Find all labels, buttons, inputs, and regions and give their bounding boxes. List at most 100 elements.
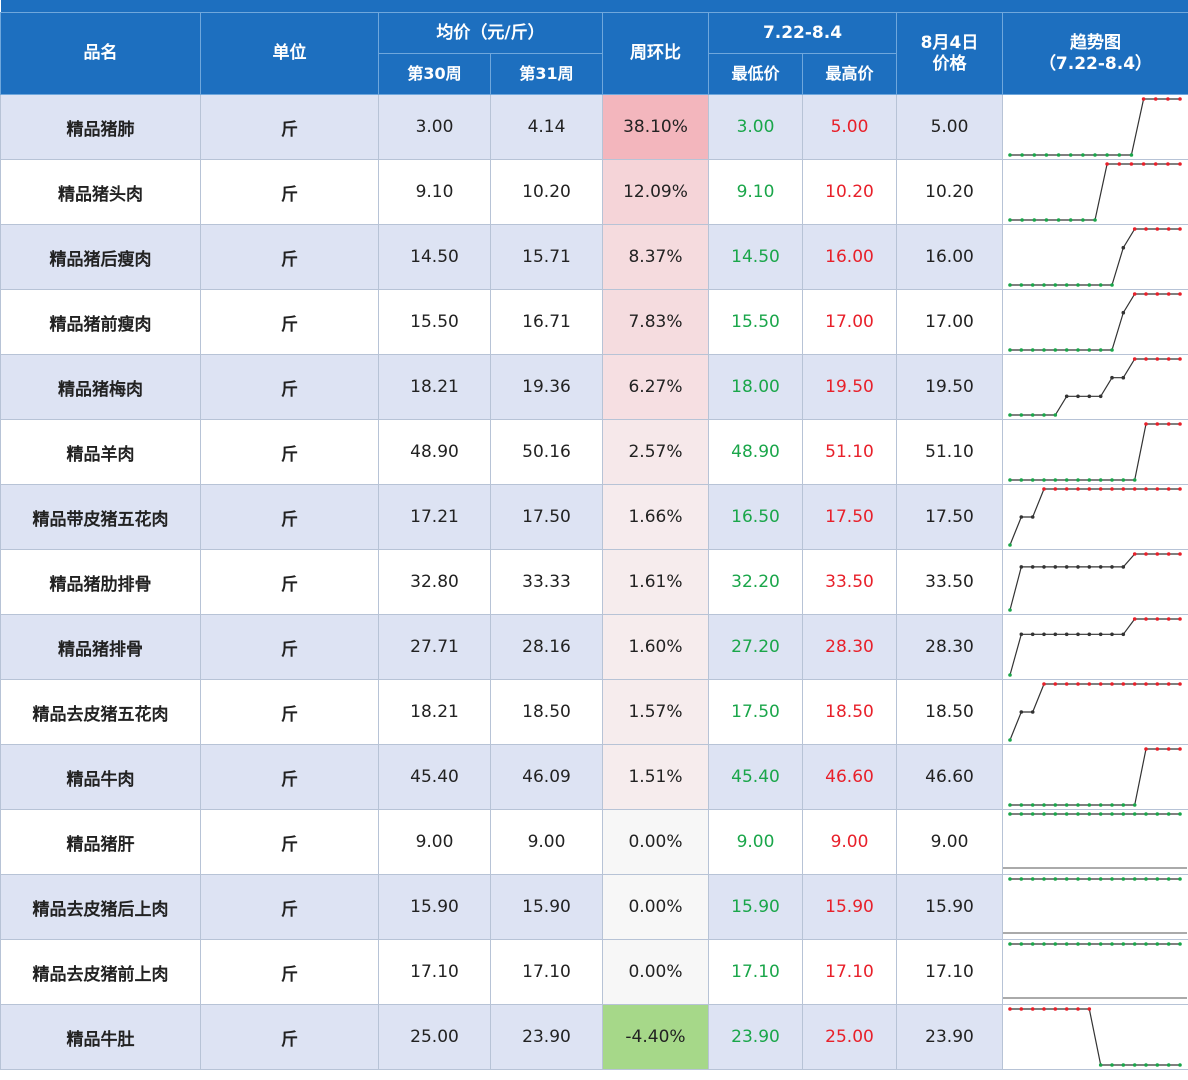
cell-name: 精品猪肝 bbox=[0, 809, 201, 875]
cell-wow: 2.57% bbox=[602, 419, 709, 485]
sparkline-line bbox=[1010, 228, 1180, 286]
sparkline-point bbox=[1019, 632, 1024, 637]
trend-sparkline bbox=[1008, 97, 1182, 157]
sparkline-point bbox=[1087, 632, 1092, 637]
cell-week31: 16.71 bbox=[490, 289, 603, 355]
header-avg-price: 均价（元/斤） bbox=[378, 12, 603, 54]
cell-max-price: 25.00 bbox=[802, 1004, 897, 1070]
sparkline-point bbox=[1121, 478, 1126, 482]
sparkline-point bbox=[1042, 487, 1046, 491]
cell-week31: 28.16 bbox=[490, 614, 603, 680]
sparkline-point bbox=[1030, 348, 1035, 352]
cell-week31: 23.90 bbox=[490, 1004, 603, 1070]
sparkline-point bbox=[1098, 565, 1103, 569]
sparkline-point bbox=[1166, 162, 1170, 166]
cell-unit: 斤 bbox=[200, 939, 379, 1005]
cell-name: 精品牛肚 bbox=[0, 1004, 201, 1070]
cell-aug4-price: 5.00 bbox=[896, 94, 1003, 160]
sparkline-point bbox=[1144, 552, 1148, 556]
cell-max-price: 5.00 bbox=[802, 94, 897, 160]
table-row: 精品猪肝斤 9.00 9.00 0.00% 9.00 9.00 9.00 bbox=[0, 809, 1188, 875]
sparkline-point bbox=[1178, 812, 1182, 816]
sparkline-point bbox=[1064, 632, 1069, 637]
cell-max-price: 17.50 bbox=[802, 484, 897, 550]
sparkline-point bbox=[1121, 565, 1126, 569]
cell-week31: 17.50 bbox=[490, 484, 603, 550]
cell-week30: 15.50 bbox=[378, 289, 491, 355]
cell-min-price: 23.90 bbox=[708, 1004, 803, 1070]
cell-wow: 8.37% bbox=[602, 224, 709, 290]
sparkline-point bbox=[1098, 487, 1103, 491]
sparkline-point bbox=[1019, 710, 1024, 714]
sparkline-point bbox=[1132, 1063, 1137, 1067]
sparkline-point bbox=[1053, 478, 1058, 482]
cell-trend-sparkline bbox=[1002, 94, 1188, 160]
sparkline-point bbox=[1155, 617, 1160, 621]
cell-unit: 斤 bbox=[200, 809, 379, 875]
table-header: 品名 单位 均价（元/斤） 周环比 7.22-8.4 8月4日 价格 趋势图 （… bbox=[0, 0, 1188, 95]
sparkline-point bbox=[1178, 487, 1182, 491]
sparkline-point bbox=[1155, 227, 1160, 231]
cell-aug4-price: 46.60 bbox=[896, 744, 1003, 810]
table-row: 精品羊肉斤 48.90 50.16 2.57% 48.90 51.10 51.10 bbox=[0, 419, 1188, 485]
sparkline-point bbox=[1117, 153, 1122, 157]
cell-max-price: 19.50 bbox=[802, 354, 897, 420]
cell-name: 精品去皮猪后上肉 bbox=[0, 874, 201, 940]
sparkline-point bbox=[1178, 942, 1182, 946]
cell-week30: 25.00 bbox=[378, 1004, 491, 1070]
sparkline-point bbox=[1053, 877, 1058, 881]
sparkline-point bbox=[1110, 348, 1114, 352]
cell-min-price: 17.10 bbox=[708, 939, 803, 1005]
sparkline-point bbox=[1178, 877, 1182, 881]
sparkline-point bbox=[1030, 283, 1035, 287]
table-row: 精品带皮猪五花肉斤 17.21 17.50 1.66% 16.50 17.50 17.50 bbox=[0, 484, 1188, 550]
sparkline-point bbox=[1166, 227, 1171, 231]
cell-trend-sparkline bbox=[1002, 289, 1188, 355]
sparkline-point bbox=[1144, 292, 1148, 296]
sparkline-point bbox=[1129, 153, 1134, 157]
sparkline-point bbox=[1044, 153, 1049, 157]
trend-sparkline bbox=[1008, 292, 1182, 352]
cell-wow: 1.57% bbox=[602, 679, 709, 745]
sparkline-point bbox=[1153, 97, 1158, 101]
sparkline-point bbox=[1144, 942, 1148, 946]
cell-week30: 9.10 bbox=[378, 159, 491, 225]
cell-week30: 18.21 bbox=[378, 354, 491, 420]
sparkline-point bbox=[1076, 877, 1080, 881]
sparkline-point bbox=[1032, 153, 1037, 157]
cell-min-price: 45.40 bbox=[708, 744, 803, 810]
header-aug4-line2: 价格 bbox=[932, 53, 967, 74]
table-row: 精品猪后瘦肉斤 14.50 15.71 8.37% 14.50 16.00 16.00 bbox=[0, 224, 1188, 290]
sparkline-point bbox=[1166, 552, 1171, 556]
sparkline-point bbox=[1132, 877, 1137, 881]
cell-week31: 50.16 bbox=[490, 419, 603, 485]
cell-name: 精品牛肉 bbox=[0, 744, 201, 810]
sparkline-point bbox=[1098, 877, 1103, 881]
sparkline-point bbox=[1019, 803, 1024, 807]
header-period: 7.22-8.4 bbox=[708, 12, 897, 54]
sparkline-point bbox=[1144, 682, 1148, 686]
cell-max-price: 17.00 bbox=[802, 289, 897, 355]
sparkline-point bbox=[1087, 487, 1092, 491]
sparkline-point bbox=[1178, 97, 1182, 101]
table-body: 精品猪肺斤 3.00 4.14 38.10% 3.00 5.00 5.00 精品猪头肉斤 9.1… bbox=[0, 94, 1188, 1070]
sparkline-point bbox=[1076, 394, 1080, 399]
sparkline-point bbox=[1020, 153, 1024, 157]
sparkline-point bbox=[1166, 812, 1171, 816]
sparkline-point bbox=[1155, 552, 1160, 556]
table-row: 精品猪肋排骨斤 32.80 33.33 1.61% 32.20 33.50 33.50 bbox=[0, 549, 1188, 615]
cell-min-price: 3.00 bbox=[708, 94, 803, 160]
sparkline-point bbox=[1053, 487, 1058, 491]
cell-unit: 斤 bbox=[200, 159, 379, 225]
cell-week30: 15.90 bbox=[378, 874, 491, 940]
sparkline-point bbox=[1178, 552, 1182, 556]
sparkline-point bbox=[1098, 682, 1103, 686]
cell-max-price: 33.50 bbox=[802, 549, 897, 615]
sparkline-point bbox=[1121, 812, 1126, 816]
cell-week30: 17.21 bbox=[378, 484, 491, 550]
sparkline-point bbox=[1064, 348, 1069, 352]
header-trend: 趋势图 （7.22-8.4） bbox=[1002, 12, 1188, 95]
sparkline-point bbox=[1098, 812, 1103, 816]
trend-sparkline bbox=[1008, 1007, 1182, 1067]
cell-min-price: 32.20 bbox=[708, 549, 803, 615]
